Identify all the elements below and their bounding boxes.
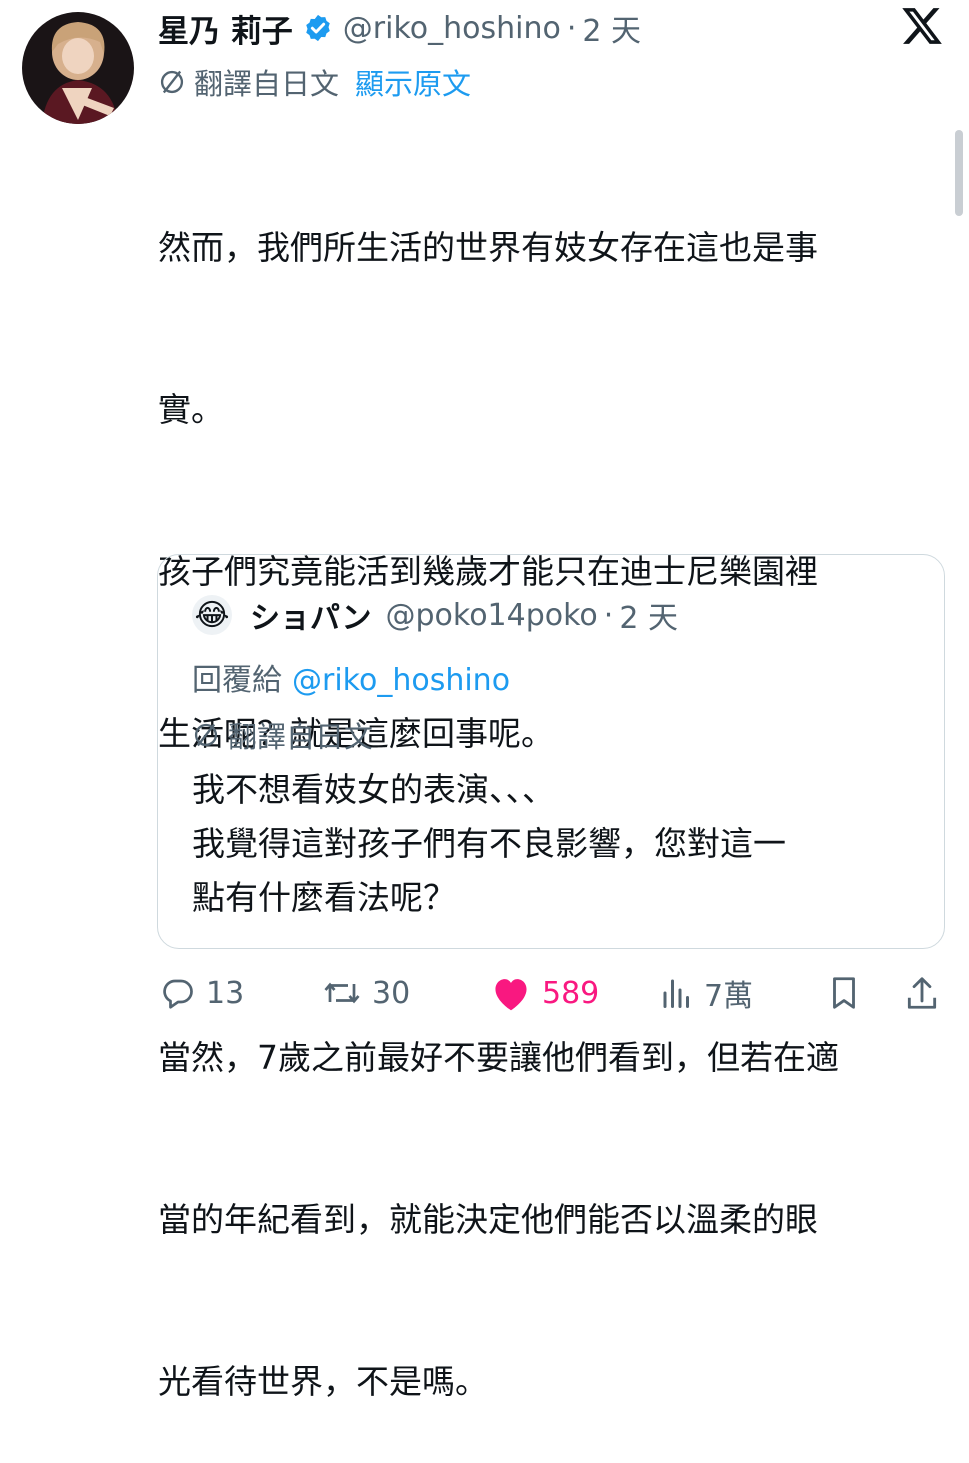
quote-translation-notice: 翻譯自日文 <box>192 713 373 757</box>
translation-notice: 翻譯自日文 顯示原文 <box>158 60 471 104</box>
reply-mention-link[interactable]: @riko_hoshino <box>292 663 510 698</box>
share-button[interactable] <box>904 966 940 1020</box>
bookmark-icon <box>826 974 862 1012</box>
avatar[interactable] <box>22 12 134 124</box>
like-icon <box>490 974 532 1012</box>
quoted-tweet[interactable]: 😂 ショパン @poko14poko · 2 天 回覆給 @riko_hoshin… <box>157 554 945 949</box>
translate-icon <box>192 721 220 749</box>
tweet-text-line: 當然，7歲之前最好不要讓他們看到，但若在適 <box>158 1038 839 1077</box>
like-button[interactable]: 589 <box>490 966 599 1020</box>
scrollbar[interactable] <box>955 130 963 216</box>
reply-button[interactable]: 13 <box>160 966 244 1020</box>
x-logo-icon[interactable] <box>900 4 944 48</box>
translate-icon <box>158 68 186 96</box>
show-original-link[interactable]: 顯示原文 <box>355 61 471 103</box>
bookmark-button[interactable] <box>826 966 862 1020</box>
repost-count: 30 <box>372 975 411 1011</box>
repost-icon <box>322 975 362 1011</box>
reply-context: 回覆給 @riko_hoshino <box>192 655 510 699</box>
reply-count: 13 <box>206 975 245 1011</box>
like-count: 589 <box>542 975 600 1011</box>
verified-badge-icon <box>303 13 333 43</box>
quote-header: 😂 ショパン @poko14poko · 2 天 <box>192 593 678 637</box>
views-count: 7萬 <box>704 979 754 1014</box>
repost-button[interactable]: 30 <box>322 966 410 1020</box>
quote-author-name[interactable]: ショパン <box>250 593 372 637</box>
quote-meta-separator: · <box>603 597 614 633</box>
tweet-text-line: 光看待世界，不是嗎。 <box>158 1362 488 1401</box>
author-handle[interactable]: @riko_hoshino <box>343 11 561 46</box>
views-icon <box>660 975 694 1011</box>
action-bar: 13 30 589 7萬 <box>0 966 969 1020</box>
meta-separator: · <box>566 10 577 46</box>
tweet-text-line: 當的年紀看到，就能決定他們能否以溫柔的眼 <box>158 1200 818 1239</box>
author-name[interactable]: 星乃 莉子 <box>158 6 293 51</box>
quote-text-line: 我不想看妓女的表演、、、 <box>192 770 555 809</box>
tweet-header: 星乃 莉子 @riko_hoshino · 2 天 <box>158 0 641 56</box>
tweet-time[interactable]: 2 天 <box>582 6 641 50</box>
quote-translated-from-label: 翻譯自日文 <box>228 720 374 754</box>
views-button[interactable]: 7萬 <box>660 966 753 1020</box>
quote-time[interactable]: 2 天 <box>619 593 678 637</box>
reply-icon <box>160 975 196 1011</box>
tweet-text-line: 實。 <box>158 390 224 429</box>
quote-avatar[interactable]: 😂 <box>192 595 232 635</box>
tweet-text-line: 然而，我們所生活的世界有妓女存在這也是事 <box>158 228 818 267</box>
reply-prefix: 回覆給 <box>192 663 282 698</box>
translated-from-label: 翻譯自日文 <box>194 67 340 101</box>
quote-text-line: 點有什麼看法呢？ <box>192 878 456 917</box>
share-icon <box>904 974 940 1012</box>
quote-author-handle[interactable]: @poko14poko <box>386 598 598 633</box>
quote-text: 我不想看妓女的表演、、、 我覺得這對孩子們有不良影響，您對這一 點有什麼看法呢？ <box>192 763 786 925</box>
quote-text-line: 我覺得這對孩子們有不良影響，您對這一 <box>192 824 786 863</box>
